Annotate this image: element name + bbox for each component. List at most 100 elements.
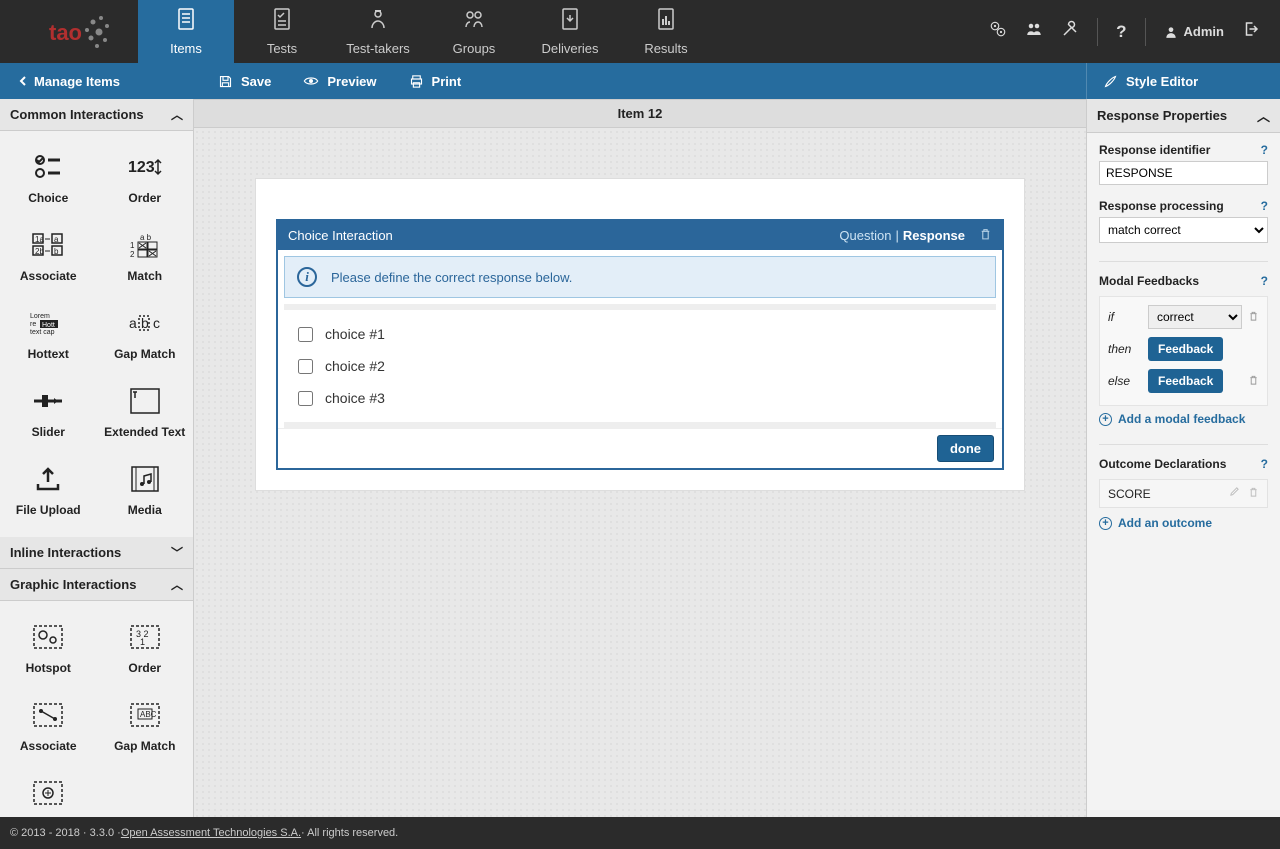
nav-label: Groups	[453, 41, 496, 56]
add-modal-label: Add a modal feedback	[1118, 412, 1245, 426]
tab-question[interactable]: Question	[839, 228, 891, 243]
response-properties-header[interactable]: Response Properties ︿	[1087, 99, 1280, 133]
save-button[interactable]: Save	[218, 74, 271, 89]
footer: © 2013 - 2018 · 3.3.0 · Open Assessment …	[0, 817, 1280, 849]
svg-text:1: 1	[140, 637, 145, 647]
interaction-match[interactable]: a b12Match	[97, 217, 194, 295]
help-icon[interactable]: ?	[1261, 274, 1268, 288]
nav-deliveries[interactable]: Deliveries	[522, 0, 618, 63]
section-graphic-interactions[interactable]: Graphic Interactions ︿	[0, 569, 193, 601]
preview-button[interactable]: Preview	[303, 73, 376, 89]
users-icon[interactable]	[1025, 20, 1043, 43]
svg-text:a: a	[129, 315, 137, 331]
print-button[interactable]: Print	[409, 74, 462, 89]
modal-else-label: else	[1108, 374, 1142, 388]
modal-feedbacks-label: Modal Feedbacks	[1099, 274, 1199, 288]
eye-icon	[303, 73, 319, 89]
svg-text:Lorem: Lorem	[30, 313, 50, 320]
interaction-associate[interactable]: 1a2babAssociate	[0, 217, 97, 295]
choices-list: choice #1 choice #2 choice #3	[278, 310, 1002, 422]
interaction-slider[interactable]: Slider	[0, 373, 97, 451]
section-common-interactions[interactable]: Common Interactions ︿	[0, 99, 193, 131]
nav-results[interactable]: Results	[618, 0, 714, 63]
response-id-input[interactable]	[1099, 161, 1268, 185]
interaction-order[interactable]: 123Order	[97, 139, 194, 217]
logout-icon[interactable]	[1242, 20, 1260, 43]
interaction-gap-match[interactable]: abcGap Match	[97, 295, 194, 373]
interaction-graphic-order[interactable]: 3 21Order	[97, 609, 194, 687]
choice-checkbox[interactable]	[298, 359, 313, 374]
info-banner: i Please define the correct response bel…	[284, 256, 996, 298]
feedback-then-button[interactable]: Feedback	[1148, 337, 1223, 361]
nav-test-takers[interactable]: Test-takers	[330, 0, 426, 63]
interaction-graphic-extra[interactable]	[0, 765, 97, 817]
print-icon	[409, 74, 424, 89]
modal-condition-select[interactable]: correct	[1148, 305, 1242, 329]
interaction-graphic-gap-match[interactable]: ABCGap Match	[97, 687, 194, 765]
footer-copyright: © 2013 - 2018 · 3.3.0 ·	[10, 827, 121, 839]
choice-row[interactable]: choice #2	[298, 350, 982, 382]
edit-outcome-icon[interactable]	[1229, 486, 1240, 501]
footer-link[interactable]: Open Assessment Technologies S.A.	[121, 827, 301, 839]
svg-text:2b: 2b	[35, 247, 44, 256]
interaction-choice[interactable]: Choice	[0, 139, 97, 217]
help-icon[interactable]: ?	[1116, 22, 1126, 42]
chevron-left-icon	[18, 76, 28, 86]
interaction-title: Choice Interaction	[288, 228, 839, 243]
delete-outcome-icon[interactable]	[1248, 486, 1259, 501]
nav-groups[interactable]: Groups	[426, 0, 522, 63]
help-icon[interactable]: ?	[1261, 199, 1268, 213]
common-interactions-grid: Choice 123Order 1a2babAssociate a b12Mat…	[0, 131, 193, 537]
logo: tao	[0, 0, 138, 63]
section-label: Inline Interactions	[10, 545, 121, 560]
match-icon: a b12	[127, 227, 163, 263]
rp-header-label: Response Properties	[1097, 108, 1227, 123]
choice-row[interactable]: choice #3	[298, 382, 982, 414]
user-menu[interactable]: Admin	[1164, 24, 1224, 39]
interaction-file-upload[interactable]: File Upload	[0, 451, 97, 529]
preview-label: Preview	[327, 74, 376, 89]
svg-text:a: a	[54, 235, 59, 244]
chevron-up-icon: ︿	[1257, 106, 1270, 125]
section-inline-interactions[interactable]: Inline Interactions ﹀	[0, 537, 193, 569]
delete-else-icon[interactable]	[1248, 374, 1259, 389]
help-icon[interactable]: ?	[1261, 143, 1268, 157]
modal-if-label: if	[1108, 310, 1142, 324]
topbar-right: ? Admin	[989, 0, 1280, 63]
plus-icon: +	[1099, 517, 1112, 530]
interaction-hotspot[interactable]: Hotspot	[0, 609, 97, 687]
chevron-up-icon: ︿	[171, 576, 183, 593]
style-editor-button[interactable]: Style Editor	[1086, 63, 1280, 99]
choice-row[interactable]: choice #1	[298, 318, 982, 350]
delete-modal-icon[interactable]	[1248, 310, 1259, 325]
tools-icon[interactable]	[1061, 20, 1079, 43]
tab-response[interactable]: Response	[903, 228, 965, 243]
response-proc-select[interactable]: match correct	[1099, 217, 1268, 243]
chevron-down-icon: ﹀	[171, 544, 183, 561]
interaction-extended-text[interactable]: Extended Text	[97, 373, 194, 451]
slider-icon	[30, 383, 66, 419]
graphic-associate-icon	[30, 697, 66, 733]
add-outcome[interactable]: +Add an outcome	[1099, 516, 1268, 530]
hottext-icon: LoremreHotttext cap	[30, 305, 66, 341]
svg-text:Hott: Hott	[42, 322, 55, 329]
delete-interaction-icon[interactable]	[979, 227, 992, 244]
response-proc-label: Response processing	[1099, 199, 1224, 213]
nav-tests[interactable]: Tests	[234, 0, 330, 63]
choice-checkbox[interactable]	[298, 391, 313, 406]
interaction-graphic-associate[interactable]: Associate	[0, 687, 97, 765]
add-modal-feedback[interactable]: +Add a modal feedback	[1099, 412, 1268, 426]
interaction-hottext[interactable]: LoremreHotttext capHottext	[0, 295, 97, 373]
feedback-else-button[interactable]: Feedback	[1148, 369, 1223, 393]
nav-label: Results	[644, 41, 687, 56]
help-icon[interactable]: ?	[1261, 457, 1268, 471]
response-id-label: Response identifier	[1099, 143, 1210, 157]
deliveries-icon	[558, 7, 582, 37]
test-takers-icon	[366, 7, 390, 37]
back-manage-items[interactable]: Manage Items	[0, 63, 194, 99]
done-button[interactable]: done	[937, 435, 994, 462]
nav-items[interactable]: Items	[138, 0, 234, 63]
interaction-media[interactable]: Media	[97, 451, 194, 529]
settings-icon[interactable]	[989, 20, 1007, 43]
choice-checkbox[interactable]	[298, 327, 313, 342]
